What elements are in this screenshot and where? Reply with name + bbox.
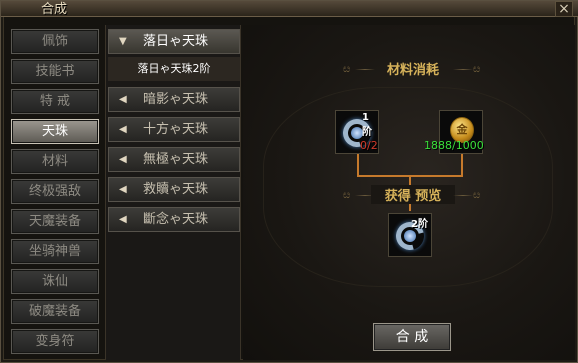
material-count: 1888/1000 xyxy=(424,139,484,152)
category-item[interactable]: 变身符 xyxy=(11,329,99,354)
sky-pearl-core xyxy=(404,230,416,242)
ornament-icon: ೞ xyxy=(343,62,351,75)
category-item[interactable]: 佩饰 xyxy=(11,29,99,54)
category-item[interactable]: 天魔装备 xyxy=(11,209,99,234)
window-title: 合成 xyxy=(41,2,68,17)
category-item[interactable]: 终极强敌 xyxy=(11,179,99,204)
ornament-icon: ೞ xyxy=(343,188,351,201)
connector-line xyxy=(357,154,359,176)
category-item[interactable]: 诛仙 xyxy=(11,269,99,294)
sub-item-expanded[interactable]: ▼ 落日ゃ天珠 xyxy=(108,29,240,54)
tier-badge: 1阶 xyxy=(362,112,372,138)
sub-item[interactable]: ◀ 斷念ゃ天珠 xyxy=(108,207,240,232)
category-label: 特 戒 xyxy=(39,94,71,109)
ornament-icon: ೞ xyxy=(473,62,481,75)
material-slot[interactable]: 金 1888/1000 xyxy=(424,110,484,154)
category-item-selected[interactable]: 天珠 xyxy=(11,119,99,144)
divider xyxy=(453,195,473,196)
sub-item-label: 斷念ゃ天珠 xyxy=(143,212,209,227)
sub-item-list: ▼ 落日ゃ天珠 落日ゃ天珠2阶 ◀ 暗影ゃ天珠 ◀ 十方ゃ天珠 ◀ 無極ゃ天珠 … xyxy=(105,25,241,360)
sub-item-label: 十方ゃ天珠 xyxy=(143,122,209,137)
category-item[interactable]: 坐骑神兽 xyxy=(11,239,99,264)
category-label: 技能书 xyxy=(35,64,75,79)
sub-item[interactable]: ◀ 十方ゃ天珠 xyxy=(108,117,240,142)
connector-line xyxy=(461,154,463,176)
result-slot[interactable]: 2阶 xyxy=(388,213,432,257)
category-label: 佩饰 xyxy=(41,34,68,49)
category-item[interactable]: 材料 xyxy=(11,149,99,174)
ornament-icon: ೞ xyxy=(473,188,481,201)
chevron-left-icon: ◀ xyxy=(119,124,127,135)
category-label: 变身符 xyxy=(35,334,75,349)
synthesis-window: 合成 × 佩饰 技能书 特 戒 天珠 材料 终极强敌 天魔装备 坐骑神兽 诛仙 … xyxy=(0,0,578,363)
sub-item[interactable]: ◀ 暗影ゃ天珠 xyxy=(108,87,240,112)
preview-title: 获得 预览 xyxy=(371,185,455,204)
category-label: 破魔装备 xyxy=(28,304,81,319)
sub-item-label: 暗影ゃ天珠 xyxy=(143,92,209,107)
sub-item-label: 無極ゃ天珠 xyxy=(143,152,209,167)
tier-badge: 2阶 xyxy=(411,219,428,230)
synthesis-panel: ೞ 材料消耗 ೞ 1阶 0/2 金 1888/1000 ೞ 获得 预览 ೞ 2阶… xyxy=(243,25,575,360)
chevron-left-icon: ◀ xyxy=(119,154,127,165)
material-slot[interactable]: 1阶 0/2 xyxy=(335,110,379,154)
material-count: 0/2 xyxy=(360,139,378,152)
category-label: 终极强敌 xyxy=(28,184,81,199)
title-bar: 合成 × xyxy=(1,1,578,17)
sub-item-label: 救贖ゃ天珠 xyxy=(143,182,209,197)
sub-item-child[interactable]: 落日ゃ天珠2阶 xyxy=(108,57,240,81)
category-label: 诛仙 xyxy=(41,274,68,289)
category-label: 天魔装备 xyxy=(28,214,81,229)
category-label: 材料 xyxy=(41,154,68,169)
chevron-left-icon: ◀ xyxy=(119,184,127,195)
materials-title: 材料消耗 xyxy=(386,63,439,78)
category-label: 坐骑神兽 xyxy=(28,244,81,259)
category-item[interactable]: 破魔装备 xyxy=(11,299,99,324)
category-item[interactable]: 技能书 xyxy=(11,59,99,84)
chevron-down-icon: ▼ xyxy=(119,36,127,47)
chevron-left-icon: ◀ xyxy=(119,94,127,105)
category-item[interactable]: 特 戒 xyxy=(11,89,99,114)
sub-item[interactable]: ◀ 無極ゃ天珠 xyxy=(108,147,240,172)
sub-item-label: 落日ゃ天珠 xyxy=(143,34,209,49)
category-list: 佩饰 技能书 特 戒 天珠 材料 终极强敌 天魔装备 坐骑神兽 诛仙 破魔装备 … xyxy=(11,25,101,360)
divider xyxy=(355,69,375,70)
category-label: 天珠 xyxy=(41,124,68,139)
chevron-left-icon: ◀ xyxy=(119,214,127,225)
sub-item[interactable]: ◀ 救贖ゃ天珠 xyxy=(108,177,240,202)
merge-button[interactable]: 合 成 xyxy=(373,323,451,351)
divider xyxy=(453,69,473,70)
close-button[interactable]: × xyxy=(555,1,573,17)
